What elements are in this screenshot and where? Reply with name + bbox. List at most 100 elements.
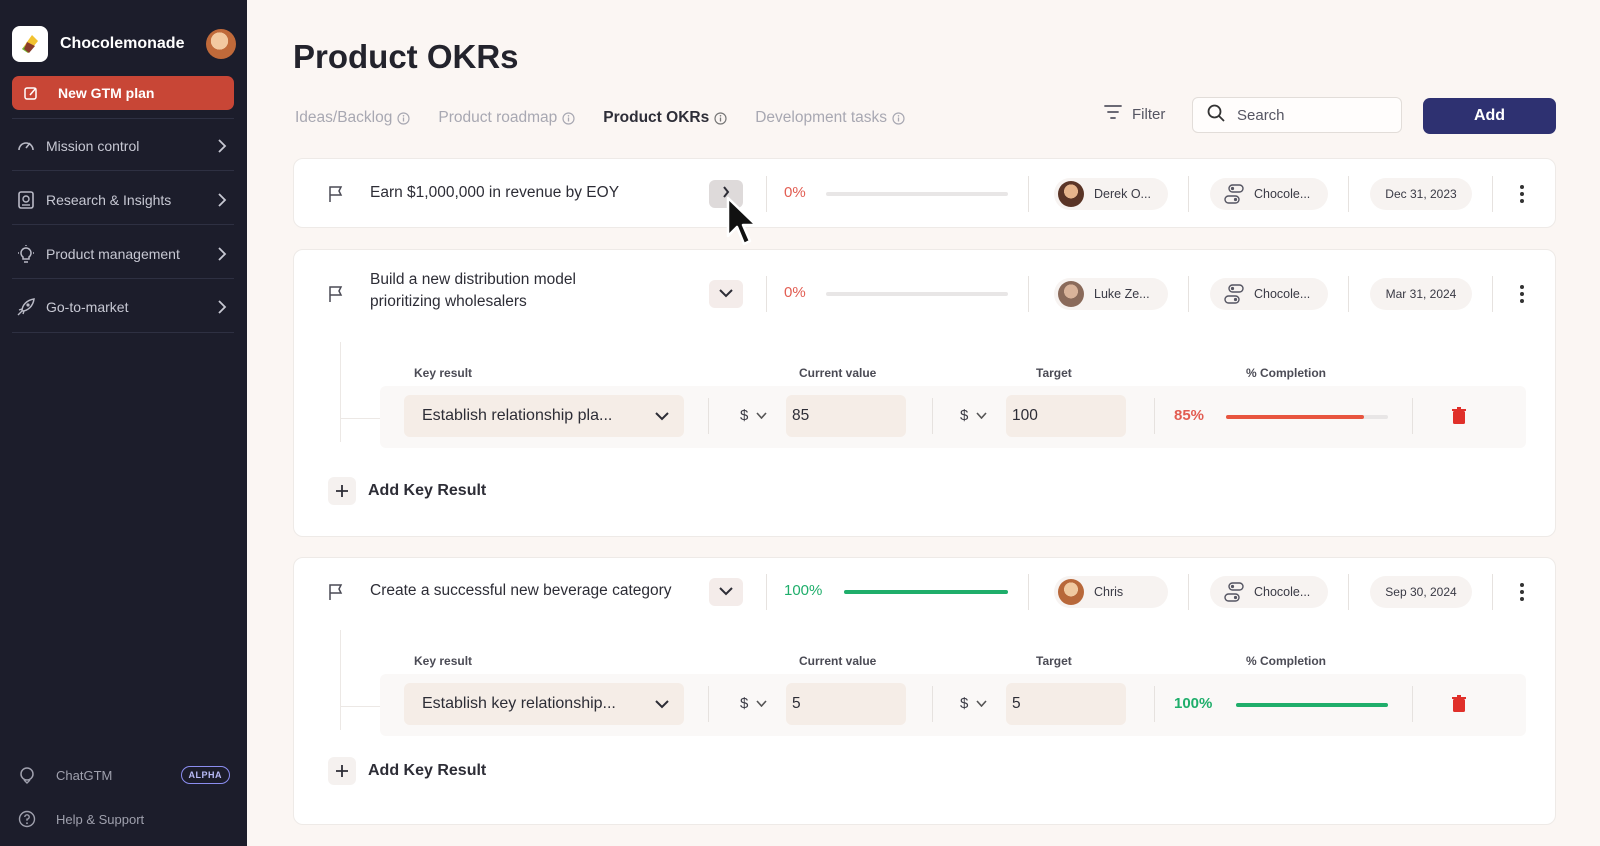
key-result-row: Establish key relationship... $ 5 $ 5 10…	[380, 674, 1526, 736]
currency-select[interactable]: $	[740, 407, 767, 424]
tab-label: Development tasks	[755, 109, 888, 126]
team-name: Chocole...	[1254, 287, 1311, 301]
objective-title[interactable]: Build a new distribution model prioritiz…	[370, 269, 576, 313]
completion-fill	[1236, 703, 1388, 707]
divider	[1028, 574, 1029, 610]
tree-line	[340, 630, 341, 730]
trash-icon[interactable]	[1450, 406, 1468, 426]
currency-symbol: $	[960, 407, 969, 424]
new-gtm-plan-button[interactable]: New GTM plan	[12, 76, 234, 110]
divider	[12, 224, 234, 225]
divider	[1492, 176, 1493, 212]
currency-select[interactable]: $	[960, 407, 987, 424]
key-result-name: Establish key relationship...	[422, 695, 616, 712]
progress-fill	[844, 590, 1008, 594]
tab-ideas-backlog[interactable]: Ideas/Backlog	[295, 109, 410, 127]
tree-line	[340, 418, 380, 419]
trash-icon[interactable]	[1450, 694, 1468, 714]
more-options-icon[interactable]	[1512, 182, 1532, 206]
owner-pill[interactable]: Derek O...	[1054, 178, 1168, 210]
target-header: Target	[1036, 654, 1072, 668]
tab-product-okrs[interactable]: Product OKRs	[603, 109, 727, 127]
progress-percent: 0%	[784, 284, 806, 301]
divider	[1348, 276, 1349, 312]
divider	[1028, 276, 1029, 312]
add-key-result-button[interactable]: Add Key Result	[328, 757, 486, 785]
team-icon	[1222, 580, 1246, 604]
filter-icon	[1104, 104, 1122, 124]
search-input[interactable]	[1237, 106, 1387, 124]
key-result-header: Key result	[414, 366, 473, 380]
flag-icon	[326, 184, 346, 204]
add-key-result-label: Add Key Result	[368, 482, 487, 499]
expand-toggle-button[interactable]	[709, 280, 743, 308]
divider	[1412, 686, 1413, 722]
sidebar-item-research-insights[interactable]: Research & Insights	[14, 185, 236, 215]
currency-select[interactable]: $	[960, 695, 987, 712]
chevron-right-icon	[214, 299, 230, 315]
key-result-select[interactable]: Establish relationship pla...	[404, 395, 684, 437]
info-icon	[892, 111, 905, 125]
current-value-input[interactable]: 85	[786, 395, 906, 437]
team-pill[interactable]: Chocole...	[1210, 178, 1328, 210]
sidebar-item-mission-control[interactable]: Mission control	[14, 131, 236, 161]
objective-title[interactable]: Create a successful new beverage categor…	[370, 580, 672, 602]
divider	[12, 278, 234, 279]
tab-product-roadmap[interactable]: Product roadmap	[438, 109, 575, 127]
due-date-pill[interactable]: Mar 31, 2024	[1370, 278, 1472, 310]
tab-development-tasks[interactable]: Development tasks	[755, 109, 905, 127]
target-value-input[interactable]: 5	[1006, 683, 1126, 725]
current-value-input[interactable]: 5	[786, 683, 906, 725]
brand[interactable]: Chocolemonade	[12, 26, 236, 62]
completion-fill	[1226, 415, 1364, 419]
more-options-icon[interactable]	[1512, 580, 1532, 604]
chevron-down-icon	[719, 285, 733, 303]
completion-percent: 100%	[1174, 695, 1213, 712]
sidebar-item-go-to-market[interactable]: Go-to-market	[14, 292, 236, 322]
sidebar-item-label: Research & Insights	[46, 192, 172, 208]
due-date-pill[interactable]: Sep 30, 2024	[1370, 576, 1472, 608]
add-key-result-label: Add Key Result	[368, 762, 487, 779]
team-pill[interactable]: Chocole...	[1210, 576, 1328, 608]
sidebar-item-label: Product management	[46, 246, 180, 262]
objective-row: Create a successful new beverage categor…	[294, 568, 1555, 616]
team-pill[interactable]: Chocole...	[1210, 278, 1328, 310]
progress-bar	[844, 590, 1008, 594]
divider	[1492, 574, 1493, 610]
add-key-result-button[interactable]: Add Key Result	[328, 477, 486, 505]
search-icon	[1207, 104, 1225, 126]
chevron-down-icon	[654, 696, 670, 712]
search-box[interactable]	[1192, 97, 1402, 133]
completion-header: % Completion	[1246, 366, 1326, 380]
sidebar: Chocolemonade New GTM plan Mission contr…	[0, 0, 247, 846]
objective-title[interactable]: Earn $1,000,000 in revenue by EOY	[370, 182, 619, 204]
key-result-select[interactable]: Establish key relationship...	[404, 683, 684, 725]
chatgtm-link[interactable]: ChatGTM ALPHA	[16, 762, 238, 788]
sidebar-item-product-management[interactable]: Product management	[14, 239, 236, 269]
team-icon	[1222, 182, 1246, 206]
key-result-name: Establish relationship pla...	[422, 407, 613, 424]
new-gtm-plan-label: New GTM plan	[58, 85, 155, 101]
research-icon	[14, 188, 38, 212]
target-value-input[interactable]: 100	[1006, 395, 1126, 437]
divider	[1188, 574, 1189, 610]
owner-pill[interactable]: Chris	[1054, 576, 1168, 608]
due-date-pill[interactable]: Dec 31, 2023	[1370, 178, 1472, 210]
divider	[12, 332, 234, 333]
currency-select[interactable]: $	[740, 695, 767, 712]
help-support-link[interactable]: Help & Support	[16, 806, 238, 832]
divider	[1412, 398, 1413, 434]
current-value-header: Current value	[799, 366, 877, 380]
owner-avatar	[1058, 181, 1084, 207]
more-options-icon[interactable]	[1512, 282, 1532, 306]
filter-button[interactable]: Filter	[1104, 104, 1165, 124]
current-value-header: Current value	[799, 654, 877, 668]
add-button[interactable]: Add	[1423, 98, 1556, 134]
team-name: Chocole...	[1254, 187, 1311, 201]
rocket-icon	[14, 295, 38, 319]
owner-pill[interactable]: Luke Ze...	[1054, 278, 1168, 310]
user-avatar[interactable]	[206, 29, 236, 59]
sidebar-item-label: Mission control	[46, 138, 140, 154]
tree-line	[340, 706, 380, 707]
expand-toggle-button[interactable]	[709, 578, 743, 606]
